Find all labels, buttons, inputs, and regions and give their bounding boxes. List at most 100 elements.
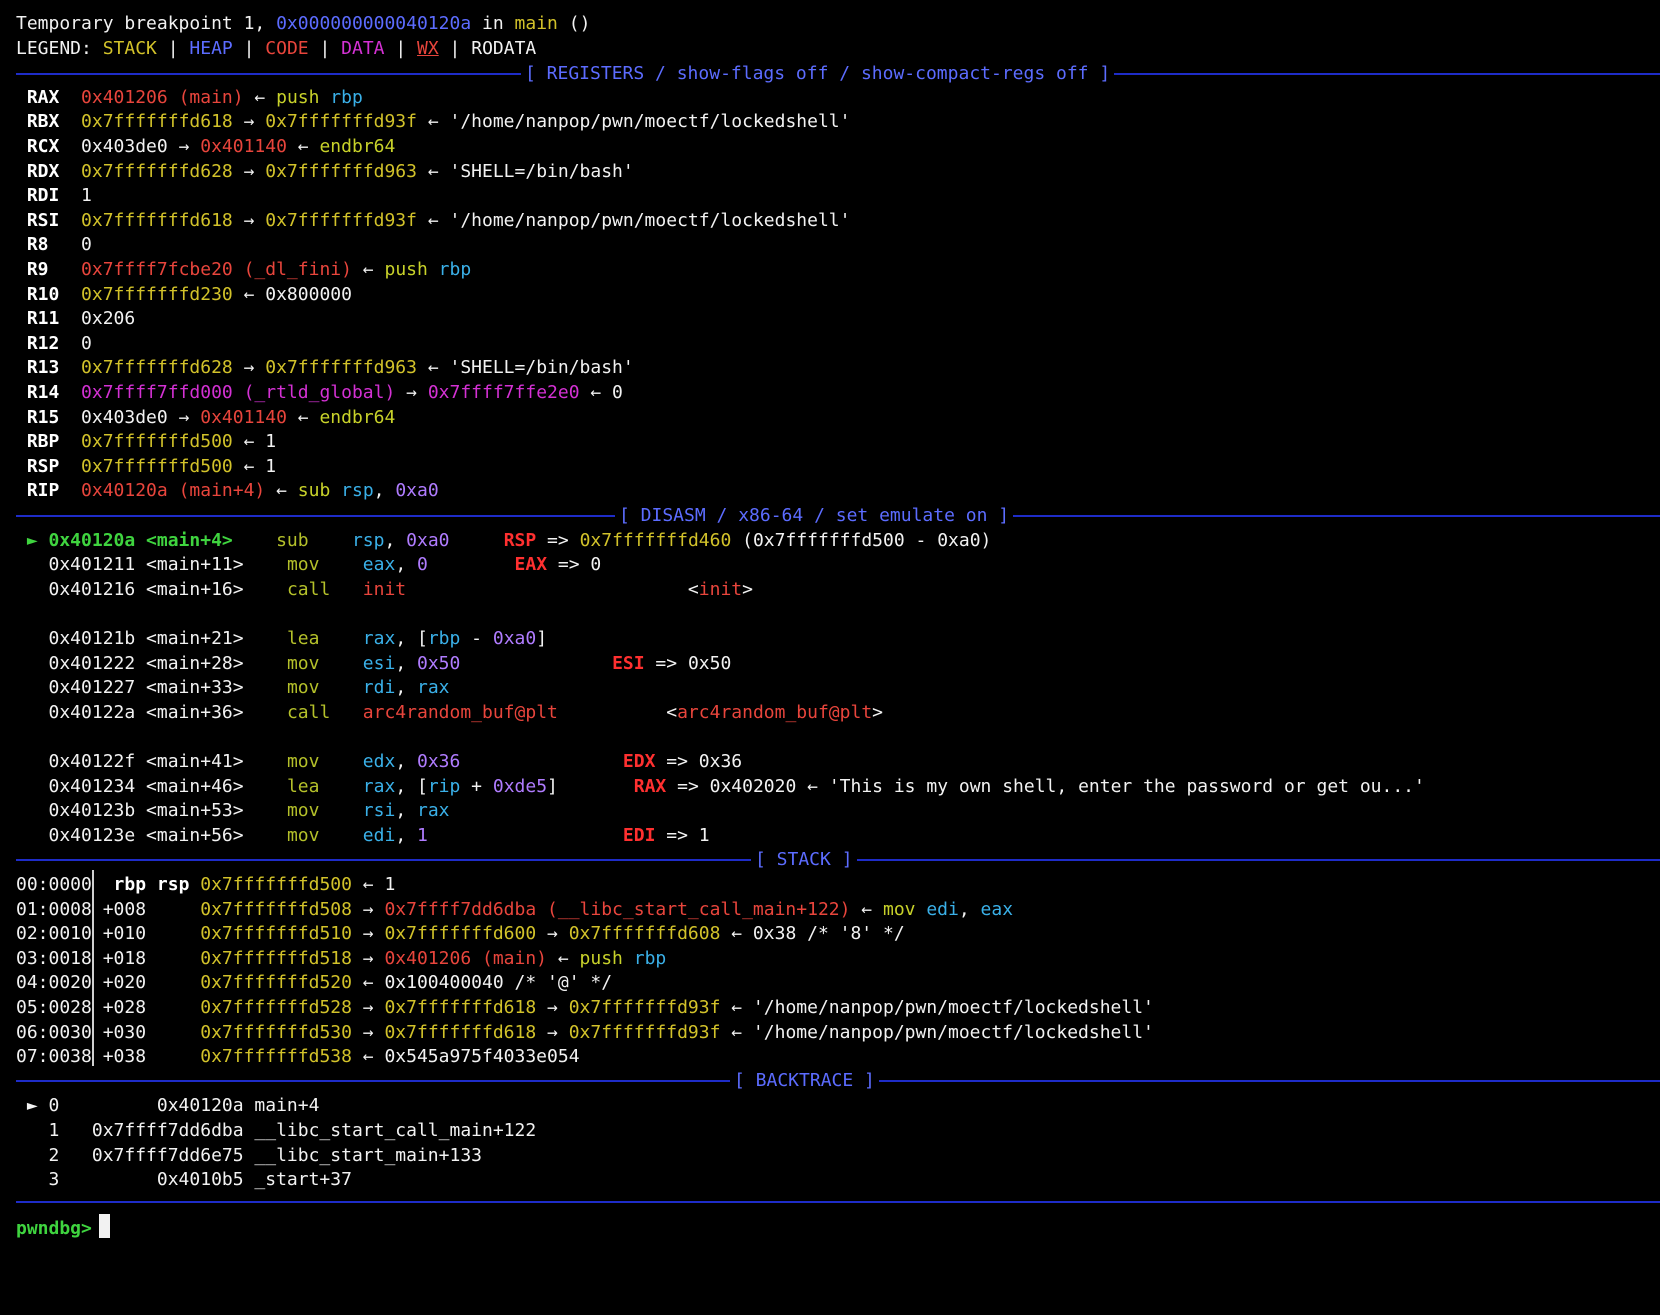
terminal-token: < (406, 578, 699, 600)
terminal-token: 0x7ffff7ffd000 (_rtld_global) (81, 382, 396, 403)
terminal-token: mov (286, 554, 363, 576)
terminal-token: ← (351, 259, 385, 280)
terminal-line: 0x401222 <main+28> mov esi, 0x50 ESI => … (16, 651, 732, 677)
terminal-token: ← (265, 480, 298, 502)
terminal-token: ESI (612, 652, 645, 674)
terminal-token: RSP (503, 529, 537, 551)
terminal-token: 0x7fffffffd93f (568, 997, 721, 1018)
terminal-token: 0xa0 (406, 529, 450, 551)
terminal-line: 0x401211 <main+11> mov eax, 0 EAX => 0 (16, 552, 602, 578)
terminal-line: 0x40123e <main+56> mov edi, 1 EDI => 1 (16, 823, 710, 849)
terminal-token: ← 0x800000 (232, 283, 352, 305)
terminal-token: 0x403de0 → (81, 406, 201, 428)
terminal-token: R8 (16, 234, 82, 256)
terminal-token: rsp (341, 480, 374, 502)
terminal-token: 0x7fffffffd520 (200, 972, 352, 994)
backtrace-section-header: [ BACKTRACE ] (730, 1068, 879, 1094)
terminal-token: mov (882, 898, 927, 920)
terminal-token: → (536, 923, 569, 945)
terminal-token: ← (286, 136, 320, 157)
terminal-token: ← '/home/nanpop/pwn/moectf/lockedshell' (720, 997, 1154, 1018)
terminal-token: EDX (622, 751, 656, 772)
terminal-token: → (232, 357, 266, 379)
terminal-token: 0x7fffffffd528 (200, 997, 352, 1018)
terminal-token: 0 (417, 554, 428, 576)
terminal-token: 0x401140 (200, 136, 287, 157)
terminal-token: , (373, 480, 396, 502)
terminal-token: lea (286, 775, 363, 797)
terminal-line: R11 0x206 (16, 306, 135, 332)
terminal-token: 04:0020 +020 (16, 972, 201, 994)
terminal-token: , (395, 800, 417, 822)
terminal-token: => (536, 529, 580, 551)
terminal-token: 0x7fffffffd93f (265, 111, 417, 133)
terminal-token: ← (243, 86, 277, 108)
terminal-token: ► 0x40120a <main+4> (16, 529, 277, 551)
terminal-token: → (351, 947, 385, 969)
terminal-line: RCX 0x403de0 → 0x401140 ← endbr64 (16, 134, 396, 160)
terminal-token: ← 'SHELL=/bin/bash' (416, 357, 634, 379)
terminal-line: R13 0x7fffffffd628 → 0x7fffffffd963 ← 'S… (16, 355, 634, 381)
terminal-line: R12 0 (16, 331, 92, 357)
terminal-token: push (384, 259, 439, 280)
terminal-token: 1 0x7ffff7dd6dba __libc_start_call_main+… (16, 1120, 537, 1141)
terminal-token: + (460, 775, 493, 797)
terminal-token: > (872, 701, 884, 723)
terminal-token: call (286, 578, 363, 600)
terminal-token: => 0x36 (655, 751, 743, 772)
terminal-token: 0x7ffff7fcbe20 (_dl_fini) (81, 259, 352, 280)
terminal-token: rip (427, 775, 461, 797)
terminal-token: () (557, 13, 591, 34)
terminal-token: ← '/home/nanpop/pwn/moectf/lockedshell' (416, 111, 851, 133)
terminal-token: ← 0 (579, 382, 623, 403)
terminal-line: pwndbg> (16, 1216, 103, 1242)
terminal-token: 0x401206 (main) (81, 86, 244, 108)
terminal-token: RBP (16, 431, 82, 453)
terminal-token: => 1 (655, 824, 710, 846)
terminal-token: R12 (16, 332, 82, 354)
terminal-token: 0x7fffffffd500 (81, 455, 233, 477)
terminal-token: rax (417, 677, 450, 699)
registers-section-header: [ REGISTERS / show-flags off / show-comp… (521, 61, 1115, 87)
terminal-token: arc4random_buf@plt (362, 701, 558, 723)
terminal-token: rbp (427, 628, 461, 649)
terminal-token: rsi (362, 800, 396, 822)
terminal-token: R13 (16, 357, 82, 379)
terminal-token: rbp rsp (113, 874, 201, 895)
terminal-token: DATA (341, 37, 385, 59)
terminal-token: RAX (16, 86, 82, 108)
terminal-token: 0x7ffff7dd6dba (__libc_start_call_main+1… (384, 898, 851, 920)
terminal-token: edi (362, 824, 396, 846)
terminal-token: lea (286, 628, 363, 649)
terminal-token: 0x7fffffffd500 (81, 431, 233, 453)
terminal-token: 0x7fffffffd530 (200, 1021, 352, 1043)
terminal-line: 2 0x7ffff7dd6e75 __libc_start_main+133 (16, 1143, 483, 1169)
terminal-token: endbr64 (319, 406, 396, 428)
terminal-token: | (156, 37, 190, 59)
terminal-line: RBP 0x7fffffffd500 ← 1 (16, 429, 276, 455)
terminal-token: 0x7fffffffd93f (568, 1021, 721, 1043)
terminal-token: 0x7fffffffd618 (384, 997, 537, 1018)
terminal-token: rsp (351, 529, 385, 551)
terminal-line: 05:0028 +028 0x7fffffffd528 → 0x7fffffff… (16, 995, 1154, 1021)
terminal-token: 0xde5 (492, 775, 548, 797)
terminal-token: mov (286, 677, 363, 699)
terminal-token: 07:0038 +038 (16, 1046, 201, 1068)
terminal-token: rax (362, 775, 396, 797)
terminal-token: , (395, 824, 417, 846)
terminal-token: → (395, 382, 428, 403)
terminal-token: 0x7fffffffd93f (265, 209, 417, 231)
terminal-token: R11 (16, 308, 82, 330)
terminal-token: | (308, 37, 342, 59)
terminal-window[interactable]: Temporary breakpoint 1, 0x00000000004012… (0, 0, 1660, 1315)
terminal-token: RDI (16, 185, 82, 207)
terminal-line: RSI 0x7fffffffd618 → 0x7fffffffd93f ← '/… (16, 208, 851, 234)
terminal-token: 0 (81, 234, 92, 256)
terminal-token: call (286, 701, 363, 723)
terminal-token: R15 (16, 406, 82, 428)
terminal-line: R9 0x7ffff7fcbe20 (_dl_fini) ← push rbp (16, 257, 471, 283)
terminal-token: , [ (395, 775, 428, 797)
terminal-token: => 0x50 (644, 652, 732, 674)
terminal-line: ► 0 0x40120a main+4 (16, 1093, 320, 1119)
